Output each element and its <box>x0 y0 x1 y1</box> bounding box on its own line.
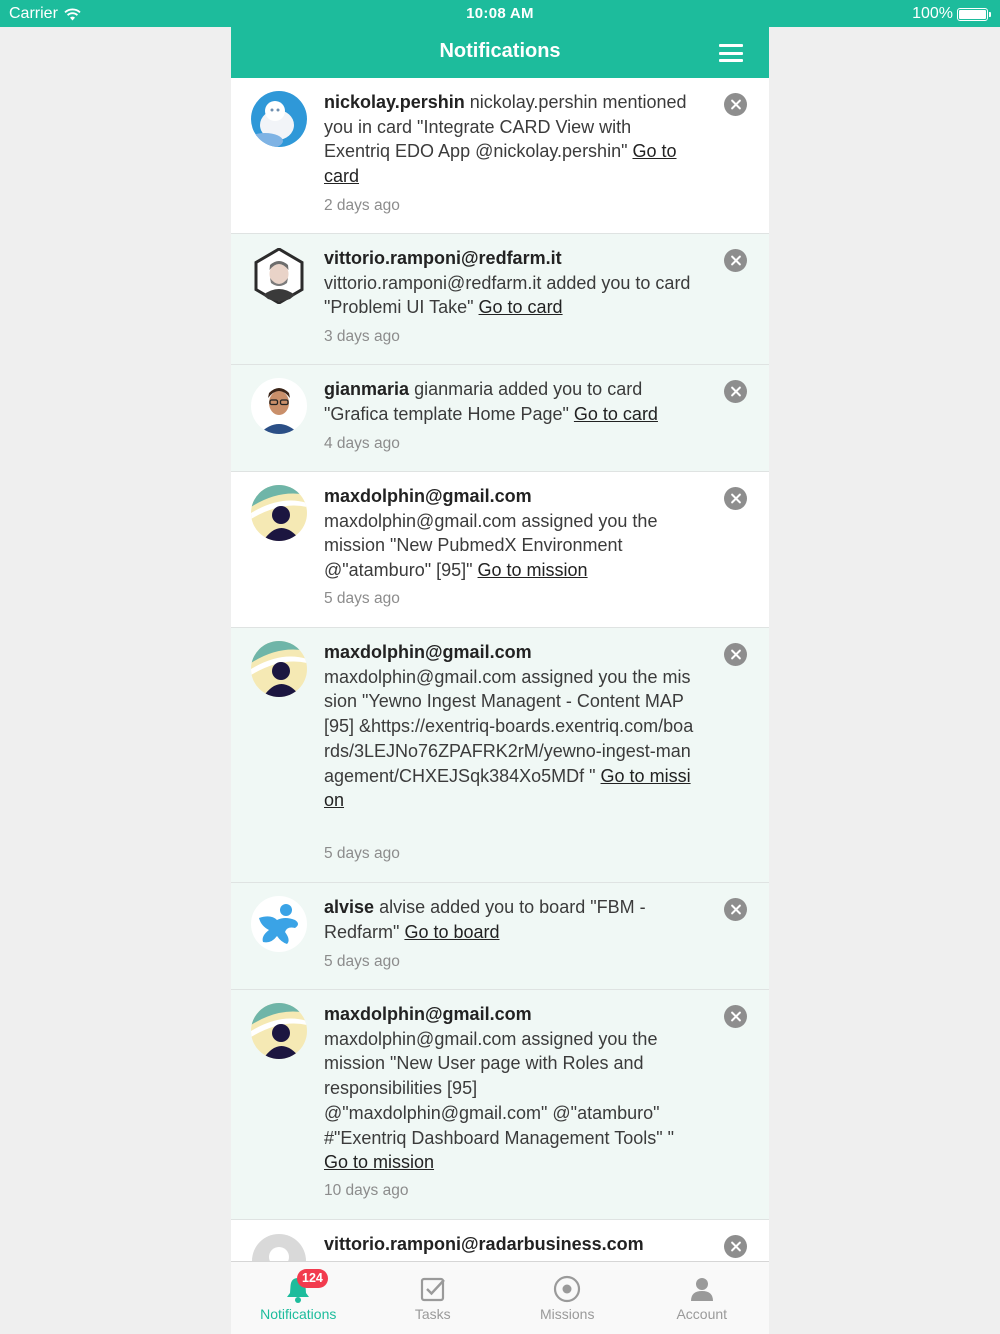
nav-header: Notifications <box>231 27 769 78</box>
notification-badge: 124 <box>297 1269 328 1288</box>
notification-time: 5 days ago <box>324 845 400 862</box>
notification-user: nickolay.pershin <box>324 92 465 112</box>
tab-label: Missions <box>540 1306 595 1322</box>
tab-missions[interactable]: Missions <box>500 1262 635 1334</box>
notification-user: gianmaria <box>324 379 410 399</box>
status-time: 10:08 AM <box>466 5 534 22</box>
dismiss-button[interactable] <box>724 1005 747 1028</box>
dismiss-button[interactable] <box>724 1235 747 1258</box>
notification-time: 3 days ago <box>324 328 400 345</box>
notification-user: maxdolphin@gmail.com <box>324 486 532 506</box>
dismiss-button[interactable] <box>724 643 747 666</box>
man-glasses-photo <box>251 378 307 434</box>
notification-time: 10 days ago <box>324 1182 409 1199</box>
avatar <box>251 91 307 147</box>
dismiss-button[interactable] <box>724 380 747 403</box>
notification-user: maxdolphin@gmail.com <box>324 642 532 662</box>
app-panel: Notifications nickolay.pershin nickolay.… <box>231 27 769 1334</box>
silhouette-photo <box>251 1003 307 1059</box>
notification-message: maxdolphin@gmail.com assigned you the mi… <box>324 1028 675 1148</box>
notification-item[interactable]: alvise alvise added you to board "FBM - … <box>231 883 769 990</box>
person-icon <box>690 1278 713 1301</box>
go-to-link[interactable]: Go to card <box>479 297 563 317</box>
notification-item[interactable]: gianmaria gianmaria added you to card "G… <box>231 365 769 472</box>
go-to-link[interactable]: Go to board <box>404 922 499 942</box>
notification-item[interactable]: vittorio.ramponi@redfarm.it vittorio.ram… <box>231 234 769 365</box>
dismiss-button[interactable] <box>724 898 747 921</box>
dismiss-button[interactable] <box>724 249 747 272</box>
notification-time: 2 days ago <box>324 197 400 214</box>
notification-text: maxdolphin@gmail.com maxdolphin@gmail.com… <box>324 640 696 813</box>
notification-text: maxdolphin@gmail.com maxdolphin@gmail.com… <box>324 484 696 583</box>
notification-text: vittorio.ramponi@radarbusiness.com <box>324 1232 696 1257</box>
notification-user: vittorio.ramponi@radarbusiness.com <box>324 1234 644 1254</box>
menu-button[interactable] <box>719 44 743 62</box>
avatar <box>251 1003 307 1059</box>
default-avatar <box>251 1233 307 1261</box>
notification-text: gianmaria gianmaria added you to card "G… <box>324 377 696 426</box>
blue-figure-logo <box>251 896 307 952</box>
silhouette-photo <box>251 485 307 541</box>
avatar <box>251 248 307 304</box>
notification-item[interactable]: maxdolphin@gmail.com maxdolphin@gmail.com… <box>231 990 769 1220</box>
notification-text: maxdolphin@gmail.com maxdolphin@gmail.com… <box>324 1002 696 1175</box>
notification-time: 4 days ago <box>324 435 400 452</box>
notification-user: maxdolphin@gmail.com <box>324 1004 532 1024</box>
go-to-link[interactable]: Go to card <box>574 404 658 424</box>
dismiss-button[interactable] <box>724 93 747 116</box>
notification-list[interactable]: nickolay.pershin nickolay.pershin mentio… <box>231 78 769 1261</box>
notification-item[interactable]: maxdolphin@gmail.com maxdolphin@gmail.com… <box>231 628 769 883</box>
silhouette-photo <box>251 641 307 697</box>
go-to-link[interactable]: Go to mission <box>478 560 588 580</box>
notification-item[interactable]: maxdolphin@gmail.com maxdolphin@gmail.com… <box>231 472 769 628</box>
notification-item[interactable]: vittorio.ramponi@radarbusiness.com <box>231 1220 769 1261</box>
checkbox-icon <box>420 1277 445 1302</box>
tab-notifications[interactable]: 124 Notifications <box>231 1262 366 1334</box>
tab-bar: 124 Notifications Tasks Missions Account <box>231 1261 769 1334</box>
battery-percent: 100% <box>912 5 953 22</box>
tab-label: Account <box>676 1306 728 1322</box>
tab-tasks[interactable]: Tasks <box>366 1262 501 1334</box>
notification-item[interactable]: nickolay.pershin nickolay.pershin mentio… <box>231 78 769 234</box>
tab-account[interactable]: Account <box>635 1262 770 1334</box>
page-title: Notifications <box>439 40 561 62</box>
dismiss-button[interactable] <box>724 487 747 510</box>
battery-info: 100% <box>912 5 991 23</box>
avatar <box>251 896 307 952</box>
tab-label: Tasks <box>414 1306 451 1322</box>
notification-user: vittorio.ramponi@redfarm.it <box>324 248 562 268</box>
tab-label: Notifications <box>260 1306 337 1322</box>
avatar <box>251 378 307 434</box>
notification-user: alvise <box>324 897 375 917</box>
notification-text: nickolay.pershin nickolay.pershin mentio… <box>324 90 696 189</box>
hexagon-portrait <box>254 248 304 304</box>
target-icon <box>554 1275 581 1303</box>
cat-photo <box>251 91 307 147</box>
hamburger-icon <box>719 44 743 47</box>
battery-icon <box>957 7 991 21</box>
avatar <box>251 641 307 697</box>
avatar <box>251 485 307 541</box>
avatar <box>251 1233 307 1261</box>
notification-time: 5 days ago <box>324 590 400 607</box>
go-to-link[interactable]: Go to mission <box>324 1152 434 1172</box>
notification-text: vittorio.ramponi@redfarm.it vittorio.ram… <box>324 246 696 320</box>
notification-time: 5 days ago <box>324 953 400 970</box>
notification-text: alvise alvise added you to board "FBM - … <box>324 895 696 944</box>
status-bar: Carrier 10:08 AM 100% <box>0 0 1000 27</box>
